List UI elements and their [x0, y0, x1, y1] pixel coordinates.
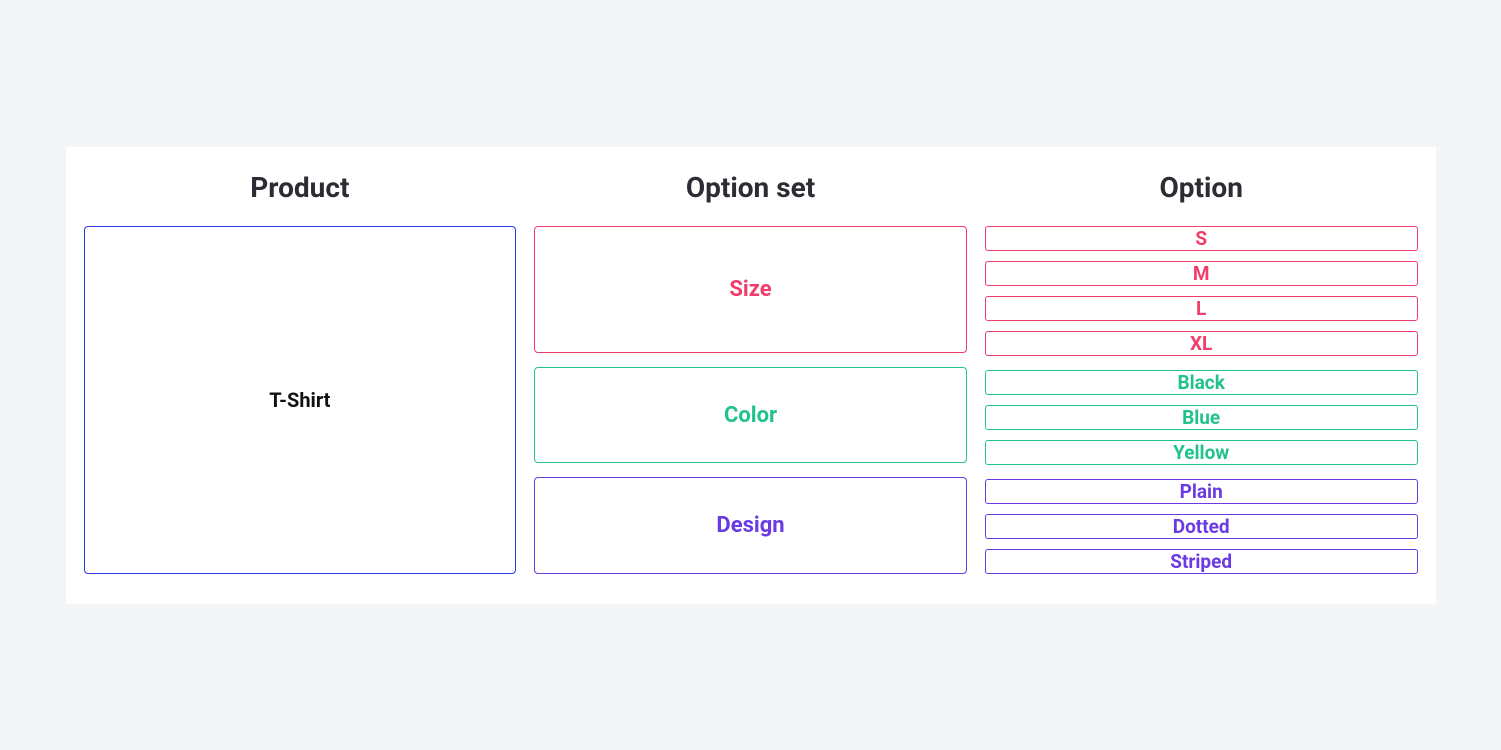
- option-box: Dotted: [985, 514, 1418, 539]
- columns-wrapper: Product T-Shirt Option set Size Color Desi…: [84, 171, 1418, 574]
- product-column: Product T-Shirt: [84, 171, 517, 574]
- option-box: Yellow: [985, 440, 1418, 465]
- option-box: XL: [985, 331, 1418, 356]
- option-box: S: [985, 226, 1418, 251]
- product-box: T-Shirt: [84, 226, 517, 574]
- optionset-list: Size Color Design: [534, 226, 967, 574]
- optionset-box: Color: [534, 367, 967, 463]
- option-box: Striped: [985, 549, 1418, 574]
- option-group: Black Blue Yellow: [985, 370, 1418, 465]
- option-group: SML XL: [985, 226, 1418, 356]
- optionset-column: Option set Size Color Design: [534, 171, 967, 574]
- optionset-header: Option set: [534, 171, 967, 204]
- optionset-box: Size: [534, 226, 967, 354]
- optionset-box: Design: [534, 477, 967, 573]
- option-column: Option SML XL Black Blue Yellow Plain Dotted St…: [985, 171, 1418, 574]
- option-group: Plain Dotted Striped: [985, 479, 1418, 574]
- product-header: Product: [84, 171, 517, 204]
- option-box: M: [985, 261, 1418, 286]
- diagram-card: Product T-Shirt Option set Size Color Desi…: [66, 147, 1436, 604]
- option-box: L: [985, 296, 1418, 321]
- option-box: Black: [985, 370, 1418, 395]
- option-box: Blue: [985, 405, 1418, 430]
- option-list: SML XL Black Blue Yellow Plain Dotted Striped: [985, 226, 1418, 574]
- option-header: Option: [985, 171, 1418, 204]
- option-box: Plain: [985, 479, 1418, 504]
